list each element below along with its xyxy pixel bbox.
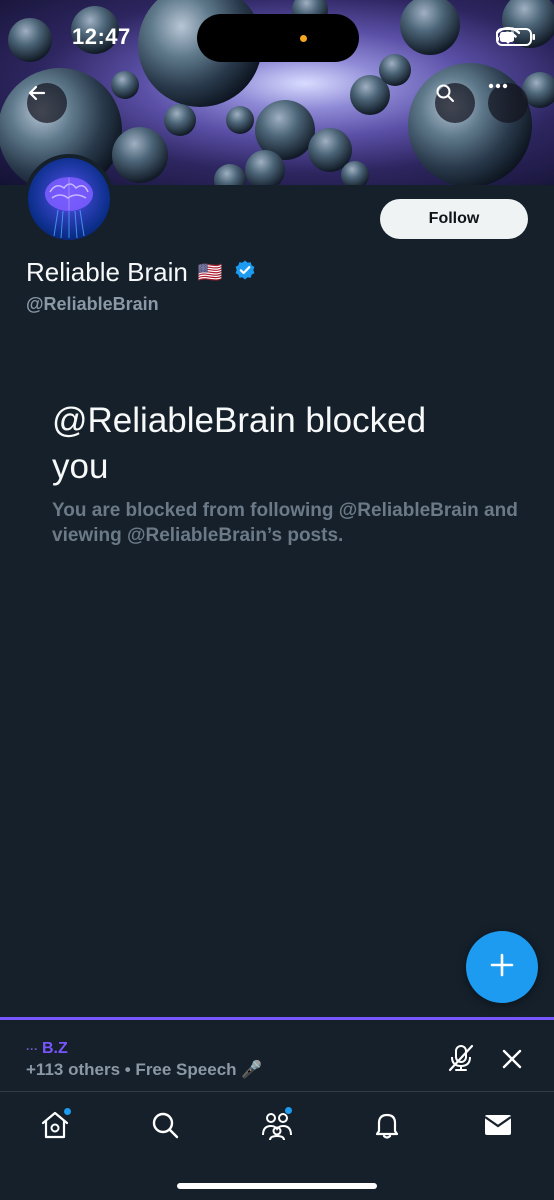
follow-button[interactable]: Follow (380, 199, 528, 239)
speaking-indicator: ··· (26, 1042, 38, 1056)
nav-search[interactable] (147, 1109, 183, 1145)
blocked-title: @ReliableBrain blocked you (52, 401, 427, 486)
profile-name-row: Reliable Brain 🇺🇸 (26, 257, 257, 288)
close-space-button[interactable] (500, 1047, 524, 1076)
home-badge (63, 1107, 72, 1116)
blocked-description: You are blocked from following @Reliable… (52, 500, 518, 546)
space-host-name: B.Z (42, 1040, 68, 1057)
notifications-icon (372, 1110, 402, 1145)
display-name: Reliable Brain (26, 257, 188, 287)
messages-icon (483, 1112, 513, 1143)
compose-post-button[interactable] (466, 931, 538, 1003)
nav-messages[interactable] (480, 1109, 516, 1145)
dynamic-island (197, 14, 359, 62)
nav-home[interactable] (37, 1107, 73, 1145)
nav-notifications[interactable] (369, 1109, 405, 1145)
nav-communities[interactable] (259, 1106, 295, 1145)
brain-avatar-image (45, 177, 93, 239)
space-host: ··· B.Z (26, 1040, 68, 1058)
more-options-button[interactable] (488, 83, 528, 123)
search-button[interactable] (435, 83, 475, 123)
space-info: +113 others • Free Speech 🎤 (26, 1060, 263, 1079)
us-flag-emoji: 🇺🇸 (197, 262, 223, 284)
spaces-dock[interactable]: ··· B.Z +113 others • Free Speech 🎤 (0, 1017, 554, 1092)
mic-off-icon (446, 1044, 476, 1077)
close-icon (500, 1049, 524, 1075)
communities-badge (284, 1106, 293, 1115)
profile-handle: @ReliableBrain (26, 294, 159, 314)
status-time: 12:47 (72, 24, 131, 49)
privacy-indicator (300, 35, 307, 42)
verified-badge-icon (233, 258, 257, 287)
profile-avatar[interactable] (24, 154, 114, 244)
plus-icon (489, 952, 515, 983)
home-indicator (177, 1183, 377, 1189)
mic-muted-button[interactable] (446, 1043, 476, 1078)
back-button[interactable] (27, 83, 67, 123)
search-icon (150, 1110, 180, 1145)
